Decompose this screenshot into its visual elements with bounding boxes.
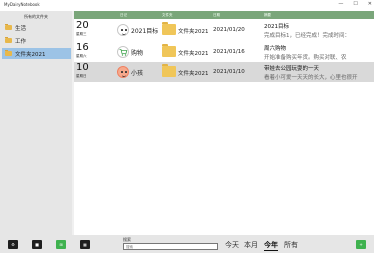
table-header: 日记 文件夹 日期 摘要: [74, 11, 374, 19]
weekday: 星期六: [76, 54, 87, 58]
folder-icon: [5, 37, 12, 43]
table-row[interactable]: 16 星期六 购物 文件夹2021 2021/01/16 周六购物 开始准备购买…: [74, 42, 374, 62]
summary-cell: 带娃去公园玩耍的一天 看着小可爱一天天的长大，心里也很开: [264, 64, 372, 81]
grid-view-icon: ▦: [83, 242, 87, 247]
girl-face-icon: [117, 66, 129, 78]
folder-name: 文件夹2021: [178, 71, 209, 77]
diary-date: 2021/01/16: [213, 49, 245, 55]
date-cell: 10 星期日: [76, 63, 114, 79]
folder-name: 文件夹2021: [178, 51, 209, 57]
date-cell: 20 星期三: [76, 21, 114, 37]
new-diary-button[interactable]: ■: [32, 240, 42, 249]
diary-title: 周六购物: [264, 46, 287, 52]
header-folder[interactable]: 文件夹: [162, 13, 173, 18]
sidebar-title: 所有的文件夹: [24, 14, 48, 19]
header-date[interactable]: 日期: [213, 13, 220, 18]
diary-date: 2021/01/20: [213, 27, 245, 33]
day-number: 16: [76, 42, 89, 53]
sidebar-item-work[interactable]: 工作: [2, 35, 71, 46]
title-bar: MyDairyNotebook — ☐ ✕: [0, 0, 374, 11]
summary-cell: 2021目标 完成目标1，已经完成！完成时间：: [264, 22, 372, 39]
diary-title: 带娃去公园玩耍的一天: [264, 66, 320, 72]
diary-list: 日记 文件夹 日期 摘要 20 星期三 2021目标 文件夹2021 2021/…: [74, 11, 374, 235]
smiley-icon: [117, 24, 129, 36]
folder-view-button[interactable]: ⊞: [56, 240, 66, 249]
diary-name: 小孩: [131, 70, 144, 77]
window-controls: — ☐ ✕: [338, 1, 372, 7]
table-row[interactable]: 20 星期三 2021目标 文件夹2021 2021/01/20 2021目标 …: [74, 20, 374, 40]
window-title: MyDairyNotebook: [4, 2, 40, 7]
folder-icon: [5, 50, 12, 56]
diary-title: 2021目标: [264, 24, 289, 30]
folder-sidebar: 所有的文件夹 生活 工作 文件夹2021: [0, 11, 72, 235]
close-button[interactable]: ✕: [368, 1, 372, 7]
sidebar-item-life[interactable]: 生活: [2, 22, 71, 33]
filter-this-month[interactable]: 本月: [244, 240, 258, 250]
settings-icon: ⚙: [11, 242, 15, 247]
grid-view-button[interactable]: ▦: [80, 240, 90, 249]
table-row[interactable]: 10 星期日 小孩 文件夹2021 2021/01/10 带娃去公园玩耍的一天 …: [74, 62, 374, 82]
settings-button[interactable]: ⚙: [8, 240, 18, 249]
diary-preview: 完成目标1，已经完成！完成时间：: [264, 33, 351, 39]
folder-icon: [162, 64, 176, 77]
sidebar-item-label: 文件夹2021: [15, 51, 46, 58]
folder-view-icon: ⊞: [59, 242, 63, 247]
bottom-toolbar: ⚙ ■ ⊞ ▦ 搜索 今天 本月 今年 所有 +: [0, 235, 374, 253]
filter-this-year[interactable]: 今年: [264, 240, 278, 251]
folder-icon: [162, 22, 176, 35]
sidebar-item-folder2021[interactable]: 文件夹2021: [2, 48, 71, 59]
diary-preview: 看着小可爱一天天的长大，心里也很开: [264, 75, 358, 81]
add-button[interactable]: +: [356, 240, 366, 249]
new-diary-icon: ■: [35, 242, 39, 247]
diary-preview: 开始准备购买年货。购买对联、农: [264, 55, 347, 61]
maximize-button[interactable]: ☐: [353, 1, 357, 7]
weekday: 星期三: [76, 32, 87, 36]
date-cell: 16 星期六: [76, 43, 114, 59]
diary-name: 2021目标: [131, 28, 159, 35]
header-content[interactable]: 摘要: [264, 13, 271, 18]
filter-today[interactable]: 今天: [225, 240, 239, 250]
day-number: 10: [76, 62, 89, 73]
summary-cell: 周六购物 开始准备购买年货。购买对联、农: [264, 44, 372, 61]
sidebar-item-label: 生活: [15, 25, 27, 32]
folder-icon: [5, 24, 12, 30]
folder-name: 文件夹2021: [178, 29, 209, 35]
minimize-button[interactable]: —: [338, 1, 343, 7]
header-diary[interactable]: 日记: [120, 13, 127, 18]
sidebar-item-label: 工作: [15, 38, 27, 45]
diary-name: 购物: [131, 50, 144, 57]
filter-all[interactable]: 所有: [284, 240, 298, 250]
add-icon: +: [359, 242, 363, 247]
diary-date: 2021/01/10: [213, 69, 245, 75]
search-input[interactable]: [123, 243, 218, 250]
folder-icon: [162, 44, 176, 57]
weekday: 星期日: [76, 74, 87, 78]
cart-icon: [117, 46, 129, 58]
day-number: 20: [76, 20, 89, 31]
